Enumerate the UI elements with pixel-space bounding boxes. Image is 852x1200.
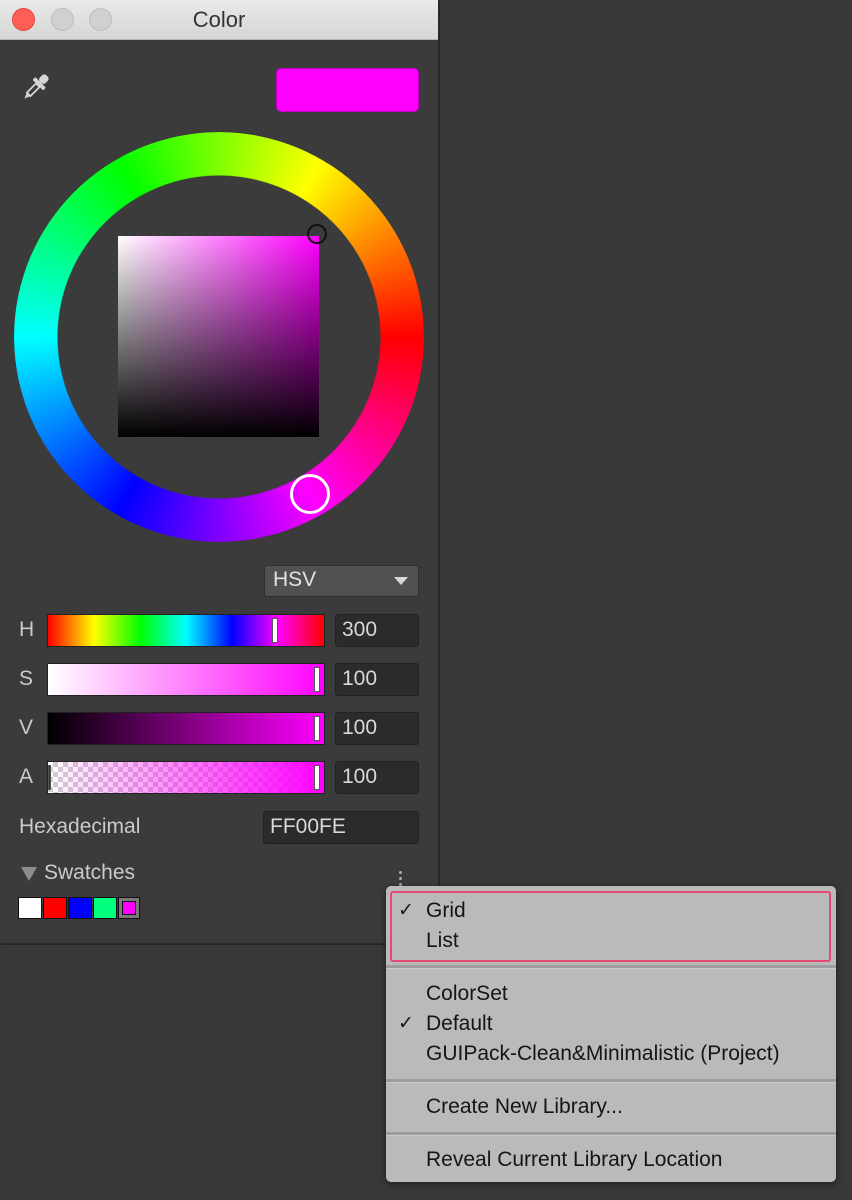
menu-separator — [386, 1132, 836, 1136]
value-field[interactable]: 100 — [335, 712, 419, 745]
saturation-slider[interactable] — [47, 663, 325, 696]
color-preview-swatch — [276, 68, 419, 112]
swatch-1[interactable] — [18, 897, 42, 919]
color-wheel[interactable] — [14, 132, 424, 542]
selected-swatch-color — [122, 901, 136, 915]
alpha-slider-thumb[interactable] — [314, 765, 320, 790]
hue-slider[interactable] — [47, 614, 325, 647]
eyedropper-icon[interactable] — [17, 70, 53, 106]
swatch-library-context-menu: ✓ Grid List ColorSet ✓ Default GUIPack-C… — [386, 886, 836, 1182]
value-slider[interactable] — [47, 712, 325, 745]
hue-ring-cursor[interactable] — [290, 474, 330, 514]
menu-item-reveal-library-location[interactable]: Reveal Current Library Location — [426, 1148, 722, 1172]
alpha-slider-start-marker — [48, 765, 51, 790]
value-slider-thumb[interactable] — [314, 716, 320, 741]
color-picker-window: Color HSV H 300 S 100 V 100 A 100 Hexade… — [0, 0, 439, 944]
saturation-value-square[interactable] — [118, 236, 319, 437]
saturation-slider-thumb[interactable] — [314, 667, 320, 692]
menu-separator — [386, 1079, 836, 1083]
alpha-field[interactable]: 100 — [335, 761, 419, 794]
saturation-value-cursor[interactable] — [307, 224, 327, 244]
menu-item-guipack-clean-minimalistic[interactable]: GUIPack-Clean&Minimalistic (Project) — [426, 1042, 780, 1066]
menu-item-create-new-library[interactable]: Create New Library... — [426, 1095, 623, 1119]
swatch-4[interactable] — [93, 897, 117, 919]
saturation-label: S — [19, 667, 34, 690]
hexadecimal-field[interactable]: FF00FE — [263, 811, 419, 844]
menu-item-grid[interactable]: Grid — [426, 899, 466, 923]
hue-slider-thumb[interactable] — [272, 618, 278, 643]
alpha-slider[interactable] — [47, 761, 325, 794]
saturation-field[interactable]: 100 — [335, 663, 419, 696]
swatch-5[interactable] — [118, 897, 140, 919]
swatch-2[interactable] — [43, 897, 67, 919]
color-mode-value: HSV — [273, 568, 317, 591]
checkmark-icon: ✓ — [398, 900, 414, 921]
window-title: Color — [192, 7, 246, 32]
menu-item-default[interactable]: Default — [426, 1012, 493, 1036]
swatch-3[interactable] — [68, 897, 92, 919]
title-bar[interactable]: Color — [0, 0, 438, 40]
hexadecimal-label: Hexadecimal — [19, 815, 141, 838]
alpha-label: A — [19, 765, 34, 788]
color-mode-dropdown[interactable]: HSV — [264, 565, 419, 597]
swatches-disclosure-triangle-icon[interactable] — [21, 867, 37, 881]
chevron-down-icon — [394, 577, 408, 585]
hue-label: H — [19, 618, 35, 641]
hue-field[interactable]: 300 — [335, 614, 419, 647]
checkmark-icon: ✓ — [398, 1013, 414, 1034]
swatches-title: Swatches — [44, 861, 136, 884]
menu-separator — [386, 965, 836, 969]
menu-item-list[interactable]: List — [426, 929, 459, 953]
value-label: V — [19, 716, 34, 739]
menu-item-colorset[interactable]: ColorSet — [426, 982, 508, 1006]
